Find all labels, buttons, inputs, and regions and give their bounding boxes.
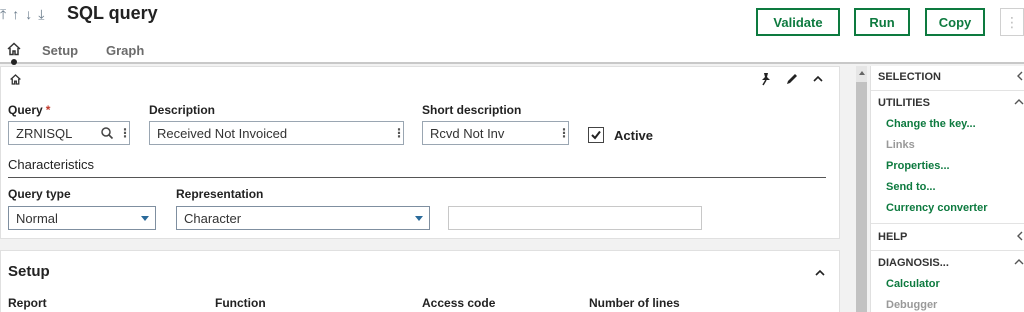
query-label: Query * xyxy=(8,103,50,117)
sidebar-item-debugger[interactable]: Debugger xyxy=(886,299,937,311)
query-menu-icon[interactable]: ⋮ xyxy=(119,127,131,139)
active-checkbox[interactable] xyxy=(588,127,604,143)
sidebar-item-properties[interactable]: Properties... xyxy=(886,160,950,172)
sidebar-utilities-header[interactable]: UTILITIES xyxy=(878,97,930,109)
short-description-label: Short description xyxy=(422,103,522,117)
representation-value: Character xyxy=(184,210,242,226)
chevron-left-icon[interactable] xyxy=(1016,231,1024,241)
query-header-section: Query * ZRNISQL ⋮ Description Received No… xyxy=(0,66,840,239)
home-icon[interactable] xyxy=(6,41,22,57)
last-record-icon[interactable]: ⤓ xyxy=(38,6,44,23)
setup-title: Setup xyxy=(8,263,50,280)
sidebar-item-change-key[interactable]: Change the key... xyxy=(886,118,976,130)
setup-section: Setup Report Function Access code Number… xyxy=(0,250,840,312)
query-type-value: Normal xyxy=(16,210,58,226)
sidebar-item-calculator[interactable]: Calculator xyxy=(886,278,940,290)
number-of-lines-column-header: Number of lines xyxy=(589,296,680,310)
chevron-up-icon[interactable] xyxy=(813,266,827,280)
tab-graph[interactable]: Graph xyxy=(106,43,144,58)
copy-button[interactable]: Copy xyxy=(925,8,985,36)
short-description-value: Rcvd Not Inv xyxy=(430,125,505,141)
sidebar-divider xyxy=(871,90,1024,91)
search-icon[interactable] xyxy=(100,126,114,140)
more-actions-icon[interactable]: ⋮ xyxy=(1000,8,1024,36)
scroll-up-icon[interactable] xyxy=(856,66,867,80)
chevron-up-icon[interactable] xyxy=(1014,258,1024,266)
report-column-header: Report xyxy=(8,296,47,310)
sidebar-item-currency-converter[interactable]: Currency converter xyxy=(886,202,988,214)
chevron-down-icon xyxy=(415,216,423,221)
sidebar-selection-header[interactable]: SELECTION xyxy=(878,71,941,83)
access-code-column-header: Access code xyxy=(422,296,496,310)
query-label-text: Query xyxy=(8,103,43,117)
required-marker: * xyxy=(45,103,51,117)
function-column-header: Function xyxy=(215,296,266,310)
representation-label: Representation xyxy=(176,187,264,201)
section-home-icon xyxy=(10,74,21,85)
right-sidebar: SELECTION UTILITIES Change the key... Li… xyxy=(870,66,1024,312)
sidebar-diagnosis-header[interactable]: DIAGNOSIS... xyxy=(878,257,949,269)
page-title: SQL query xyxy=(67,3,158,23)
page-header: ⤒ ↑ ↓ ⤓ SQL query Validate Run Copy ⋮ Se… xyxy=(0,0,1024,65)
query-type-select[interactable]: Normal xyxy=(8,206,156,230)
section-tools xyxy=(759,72,825,86)
pin-icon[interactable] xyxy=(759,72,773,86)
description-value: Received Not Invoiced xyxy=(157,125,288,141)
characteristics-divider xyxy=(8,177,826,178)
description-field[interactable]: Received Not Invoiced ⋮ xyxy=(149,121,405,145)
check-icon xyxy=(591,130,601,140)
description-menu-icon[interactable]: ⋮ xyxy=(393,127,405,139)
query-value: ZRNISQL xyxy=(16,125,73,141)
query-type-label: Query type xyxy=(8,187,71,201)
next-record-icon[interactable]: ↓ xyxy=(25,6,32,23)
sidebar-item-send-to[interactable]: Send to... xyxy=(886,181,936,193)
first-record-icon[interactable]: ⤒ xyxy=(0,6,6,23)
sidebar-divider xyxy=(871,223,1024,224)
sidebar-help-header[interactable]: HELP xyxy=(878,231,907,243)
tab-setup[interactable]: Setup xyxy=(42,43,78,58)
query-field[interactable]: ZRNISQL ⋮ xyxy=(8,121,131,145)
chevron-up-icon[interactable] xyxy=(811,72,825,86)
sidebar-divider xyxy=(871,250,1024,251)
active-label: Active xyxy=(614,128,654,143)
chevron-down-icon xyxy=(141,216,149,221)
chevron-left-icon[interactable] xyxy=(1016,71,1024,81)
pencil-icon[interactable] xyxy=(785,72,799,86)
record-navigation: ⤒ ↑ ↓ ⤓ xyxy=(0,6,44,23)
run-button[interactable]: Run xyxy=(854,8,910,36)
characteristics-title: Characteristics xyxy=(8,157,94,172)
validate-button[interactable]: Validate xyxy=(756,8,840,36)
description-label: Description xyxy=(149,103,216,117)
representation-detail-field[interactable] xyxy=(448,206,702,230)
active-tab-indicator xyxy=(11,59,17,65)
previous-record-icon[interactable]: ↑ xyxy=(12,6,19,23)
sidebar-item-links[interactable]: Links xyxy=(886,139,915,151)
chevron-up-icon[interactable] xyxy=(1014,98,1024,106)
representation-select[interactable]: Character xyxy=(176,206,430,230)
scrollbar-thumb[interactable] xyxy=(856,82,867,312)
short-description-menu-icon[interactable]: ⋮ xyxy=(558,127,570,139)
short-description-field[interactable]: Rcvd Not Inv ⋮ xyxy=(422,121,570,145)
